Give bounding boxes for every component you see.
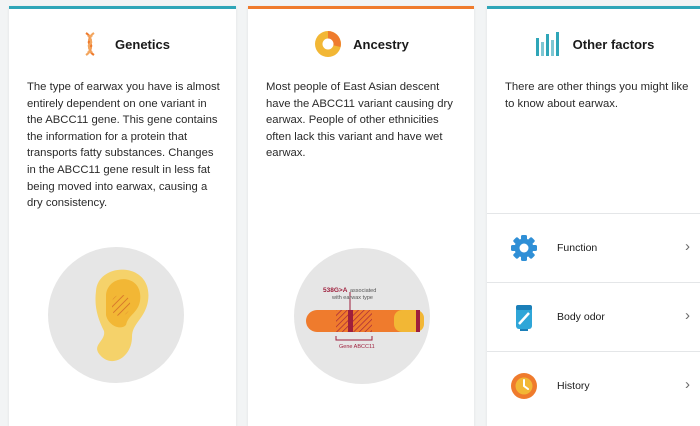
factor-list: Function › Body odor › History › — [487, 213, 700, 420]
deodorant-icon — [516, 305, 532, 331]
card-description: The type of earwax you have is almost en… — [27, 81, 220, 210]
genetics-card: Genetics The type of earwax you have is … — [9, 6, 236, 426]
ear-illustration — [48, 247, 184, 383]
history-icon — [511, 373, 537, 399]
card-accent-bar — [248, 6, 474, 9]
dna-icon — [85, 32, 95, 56]
gene-label: Gene ABCC11 — [339, 344, 375, 350]
factor-label: Function — [557, 242, 598, 254]
card-title: Other factors — [572, 36, 655, 52]
card-header: Other factors — [487, 28, 700, 60]
ancestry-pie-icon — [315, 31, 342, 57]
factor-label: Body odor — [557, 311, 605, 323]
chevron-right-icon: › — [685, 376, 690, 393]
ancestry-card: Ancestry Most people of East Asian desce… — [248, 6, 474, 426]
chromosome-diagram: 538G>A associated with earwax type Gene … — [294, 248, 430, 384]
card-accent-bar — [9, 6, 236, 9]
card-accent-bar — [487, 6, 700, 9]
bars-icon — [535, 32, 559, 56]
factor-item-history[interactable]: History › — [487, 351, 700, 420]
chevron-right-icon: › — [685, 307, 690, 324]
factor-label: History — [557, 380, 590, 392]
card-title: Genetics — [115, 36, 170, 52]
variant-label: 538G>A — [323, 287, 348, 294]
gear-icon — [511, 235, 537, 261]
factor-item-function[interactable]: Function › — [487, 213, 700, 282]
associated-text-line2: with earwax type — [331, 295, 373, 301]
chevron-right-icon: › — [685, 238, 690, 255]
card-title: Ancestry — [353, 36, 409, 52]
card-header: Genetics — [9, 28, 236, 60]
factor-item-body-odor[interactable]: Body odor › — [487, 282, 700, 351]
card-description: There are other things you might like to… — [505, 81, 689, 110]
card-description: Most people of East Asian descent have t… — [266, 81, 453, 160]
associated-text: associated — [350, 288, 376, 294]
other-factors-card: Other factors There are other things you… — [487, 6, 700, 426]
card-header: Ancestry — [248, 28, 474, 60]
